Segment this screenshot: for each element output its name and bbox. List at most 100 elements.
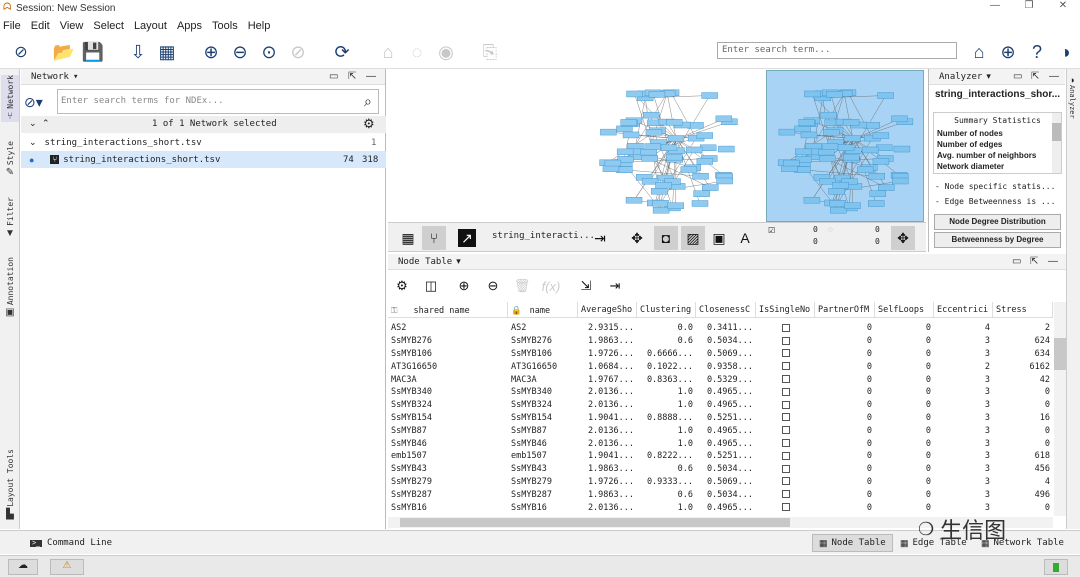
table-cell[interactable]: 0 xyxy=(815,439,875,449)
table-cell[interactable] xyxy=(756,362,815,372)
table-cell[interactable]: 2.0136... xyxy=(578,439,637,449)
table-cell[interactable]: 1.9863... xyxy=(578,336,637,346)
table-minimize-icon[interactable]: — xyxy=(1048,256,1058,267)
single-node-checkbox[interactable] xyxy=(781,503,790,512)
graph-node[interactable] xyxy=(778,128,796,136)
table-cell[interactable]: AS2 xyxy=(508,323,578,333)
table-cell[interactable]: 0 xyxy=(815,413,875,423)
single-node-checkbox[interactable] xyxy=(781,362,790,371)
table-cell[interactable]: 0 xyxy=(815,490,875,500)
analyzer-item-node-stats[interactable]: - Node specific statis... xyxy=(935,182,1055,191)
search-input[interactable]: Enter search term... xyxy=(717,42,957,59)
graph-node[interactable] xyxy=(842,153,860,161)
graph-node[interactable] xyxy=(872,158,890,165)
table-cell[interactable]: SsMYB46 xyxy=(388,439,508,449)
table-vertical-scrollbar[interactable] xyxy=(1054,302,1066,516)
graph-node[interactable] xyxy=(867,200,885,207)
table-cell[interactable]: 1.9041... xyxy=(578,451,637,461)
table-cell[interactable]: 4 xyxy=(934,323,993,333)
trash-icon[interactable]: 🗑 xyxy=(512,276,532,296)
table-cell[interactable]: 0.5251... xyxy=(696,413,756,423)
menu-layout[interactable]: Layout xyxy=(129,20,172,32)
home-icon[interactable]: ⌂ xyxy=(967,40,991,64)
table-cell[interactable]: 0.6666... xyxy=(637,349,696,359)
table-cell[interactable]: 2.0136... xyxy=(578,400,637,410)
graph-node[interactable] xyxy=(715,115,733,123)
minimize-button[interactable]: — xyxy=(978,0,1012,11)
table-cell[interactable]: 1.9041... xyxy=(578,413,637,423)
menu-file[interactable]: File xyxy=(0,20,26,32)
network-panel-dropdown-icon[interactable]: ▾ xyxy=(73,72,78,82)
zoom-fit-icon[interactable]: ⊙ xyxy=(257,40,281,64)
table-cell[interactable]: 0.6 xyxy=(637,336,696,346)
show-graphics-checkbox[interactable]: ☑ xyxy=(768,226,775,235)
table-cell[interactable]: 0.5069... xyxy=(696,349,756,359)
import-network-icon[interactable]: ⇩ xyxy=(126,40,150,64)
table-cell[interactable]: 42 xyxy=(993,375,1053,385)
single-node-checkbox[interactable] xyxy=(781,400,790,409)
table-cell[interactable]: 3 xyxy=(934,464,993,474)
single-node-checkbox[interactable] xyxy=(781,349,790,358)
table-cell[interactable]: 3 xyxy=(934,503,993,513)
graph-node[interactable] xyxy=(651,188,668,195)
table-cell[interactable]: 0.5069... xyxy=(696,477,756,487)
graph-node[interactable] xyxy=(891,115,908,123)
graph-node[interactable] xyxy=(829,200,846,207)
collapse-all-icon[interactable]: ⌃ xyxy=(42,118,50,129)
table-cell[interactable]: 1.0 xyxy=(637,439,696,449)
table-cell[interactable]: 2.0136... xyxy=(578,387,637,397)
table-cell[interactable]: 0 xyxy=(815,503,875,513)
table-cell[interactable]: 0 xyxy=(875,503,934,513)
table-cell[interactable]: SsMYB276 xyxy=(508,336,578,346)
table-cell[interactable]: 1.9767... xyxy=(578,375,637,385)
table-cell[interactable]: 0 xyxy=(815,464,875,474)
table-cell[interactable]: SsMYB154 xyxy=(388,413,508,423)
graph-node[interactable] xyxy=(667,135,685,142)
table-cell[interactable]: 0.9333... xyxy=(637,477,696,487)
collection-row[interactable]: ⌄ string_interactions_short.tsv 1 xyxy=(21,134,386,151)
table-cell[interactable] xyxy=(756,490,815,500)
table-cell[interactable]: 0 xyxy=(815,400,875,410)
export-image-icon[interactable]: ⎘ xyxy=(478,40,502,64)
graph-node[interactable] xyxy=(600,128,617,136)
table-cell[interactable]: 3 xyxy=(934,349,993,359)
node-table-dropdown-icon[interactable]: ▾ xyxy=(456,256,461,267)
graph-node[interactable] xyxy=(666,119,683,126)
table-cell[interactable]: SsMYB43 xyxy=(508,464,578,474)
table-settings-gear-icon[interactable]: ⚙ xyxy=(392,276,412,296)
ndex-search-input[interactable]: Enter search terms for NDEx... xyxy=(57,89,379,114)
table-cell[interactable]: 0 xyxy=(993,426,1053,436)
graph-node[interactable] xyxy=(640,148,657,156)
table-cell[interactable]: 0.5034... xyxy=(696,336,756,346)
table-cell[interactable]: 0.4965... xyxy=(696,503,756,513)
tab-filter[interactable]: Filter ▼ xyxy=(1,197,19,239)
graph-node[interactable] xyxy=(602,165,620,172)
graph-node[interactable] xyxy=(660,144,678,151)
graph-node[interactable] xyxy=(798,119,815,126)
table-cell[interactable]: SsMYB16 xyxy=(508,503,578,513)
graph-node[interactable] xyxy=(645,129,663,136)
node-table-title[interactable]: Node Table xyxy=(398,257,452,267)
graph-node[interactable] xyxy=(666,153,683,161)
network-panel-title[interactable]: Network xyxy=(31,72,69,82)
graph-node[interactable] xyxy=(844,135,862,142)
single-node-checkbox[interactable] xyxy=(781,413,790,422)
table-cell[interactable]: 2.0136... xyxy=(578,426,637,436)
column-is-single-node[interactable]: IsSingleNo xyxy=(756,302,815,317)
memory-status-indicator[interactable] xyxy=(1044,559,1068,575)
table-cell[interactable]: AT3G16650 xyxy=(388,362,508,372)
table-cell[interactable]: 1.0 xyxy=(637,426,696,436)
table-cell[interactable]: 3 xyxy=(934,387,993,397)
table-cell[interactable]: AS2 xyxy=(388,323,508,333)
table-cell[interactable] xyxy=(756,400,815,410)
graph-node[interactable] xyxy=(832,182,849,189)
table-cell[interactable] xyxy=(756,323,815,333)
graph-node[interactable] xyxy=(644,143,661,150)
zoom-in-icon[interactable]: ⊕ xyxy=(199,40,223,64)
graph-node[interactable] xyxy=(823,129,840,136)
graph-node[interactable] xyxy=(826,91,843,98)
table-cell[interactable] xyxy=(756,503,815,513)
analyzer-minimize-icon[interactable]: — xyxy=(1049,71,1059,82)
graph-node[interactable] xyxy=(693,190,710,197)
table-cell[interactable]: 0 xyxy=(815,451,875,461)
